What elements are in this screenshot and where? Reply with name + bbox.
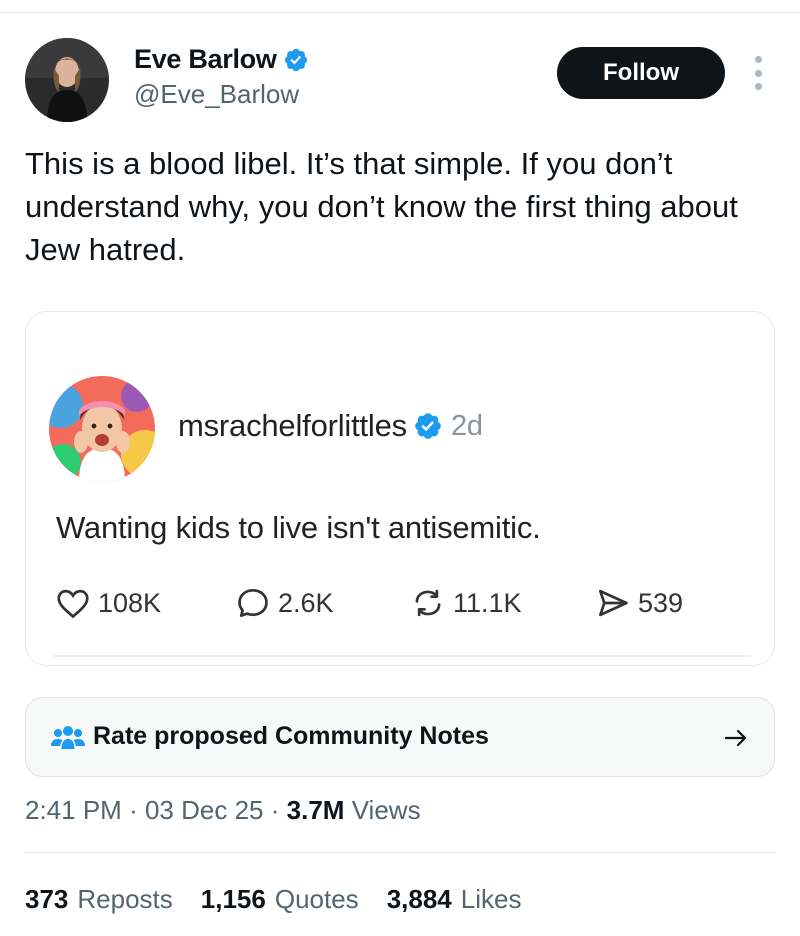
- likes-stat[interactable]: 3,884 Likes: [387, 884, 522, 915]
- author-handle[interactable]: @Eve_Barlow: [134, 79, 299, 110]
- quoted-avatar: [49, 376, 155, 482]
- engagement-stats: 373 Reposts 1,156 Quotes 3,884 Likes: [25, 884, 549, 915]
- quoted-timestamp: 2d: [450, 409, 483, 442]
- likes-label: Likes: [460, 884, 522, 914]
- arrow-right-icon: [724, 729, 747, 747]
- reposts-label: Reposts: [77, 884, 173, 914]
- verified-badge-icon: [284, 48, 307, 71]
- quoted-comment-count: 2.6K: [278, 587, 334, 618]
- views-count: 3.7M: [286, 795, 345, 825]
- reposts-stat[interactable]: 373 Reposts: [25, 884, 173, 915]
- quoted-username: msrachelforlittles: [178, 408, 407, 443]
- tweet-time[interactable]: 2:41 PM: [25, 795, 122, 826]
- rate-community-notes-button[interactable]: Rate proposed Community Notes: [25, 697, 775, 777]
- stats-divider: [25, 852, 775, 853]
- quoted-user-row: msrachelforlittles 2d: [178, 408, 483, 444]
- author-name-row[interactable]: Eve Barlow: [134, 44, 309, 75]
- meta-separator: ·: [129, 795, 138, 825]
- comment-icon: [238, 588, 268, 618]
- quoted-comment-action: 2.6K: [234, 584, 334, 622]
- quoted-post-card[interactable]: msrachelforlittles 2d Wanting kids to li…: [25, 311, 775, 666]
- quoted-repost-count: 11.1K: [453, 587, 522, 618]
- reposts-count: 373: [25, 884, 69, 914]
- quoted-actions: 108K 2.6K 11.1K 539: [54, 584, 754, 624]
- community-notes-icon: [51, 726, 85, 749]
- quotes-count: 1,156: [200, 884, 266, 914]
- quoted-divider: [52, 655, 750, 657]
- quoted-text: Wanting kids to live isn't antisemitic.: [56, 510, 541, 545]
- quoted-like-action: 108K: [54, 584, 161, 622]
- quotes-stat[interactable]: 1,156 Quotes: [201, 884, 359, 915]
- tweet-meta: 2:41 PM · 03 Dec 25 · 3.7M Views: [25, 795, 421, 826]
- meta-separator: ·: [270, 795, 280, 825]
- quoted-verified-badge-icon: [415, 413, 441, 439]
- likes-count: 3,884: [386, 884, 452, 914]
- more-vertical-icon[interactable]: [748, 56, 768, 90]
- heart-icon: [57, 589, 89, 619]
- author-avatar[interactable]: [25, 38, 109, 122]
- tweet-date[interactable]: 03 Dec 25: [145, 795, 264, 826]
- quoted-share-count: 539: [638, 587, 684, 618]
- views-label: Views: [351, 795, 421, 825]
- quoted-like-count: 108K: [98, 587, 162, 618]
- author-name[interactable]: Eve Barlow: [134, 44, 277, 75]
- community-notes-label: Rate proposed Community Notes: [93, 722, 489, 750]
- quotes-label: Quotes: [274, 884, 359, 914]
- quoted-share-action: 539: [594, 584, 683, 622]
- top-divider: [0, 12, 800, 13]
- quoted-repost-action: 11.1K: [409, 584, 522, 622]
- repost-icon: [415, 589, 441, 617]
- tweet-text: This is a blood libel. It’s that simple.…: [25, 146, 738, 267]
- share-icon: [598, 589, 628, 617]
- follow-button[interactable]: Follow: [557, 47, 725, 99]
